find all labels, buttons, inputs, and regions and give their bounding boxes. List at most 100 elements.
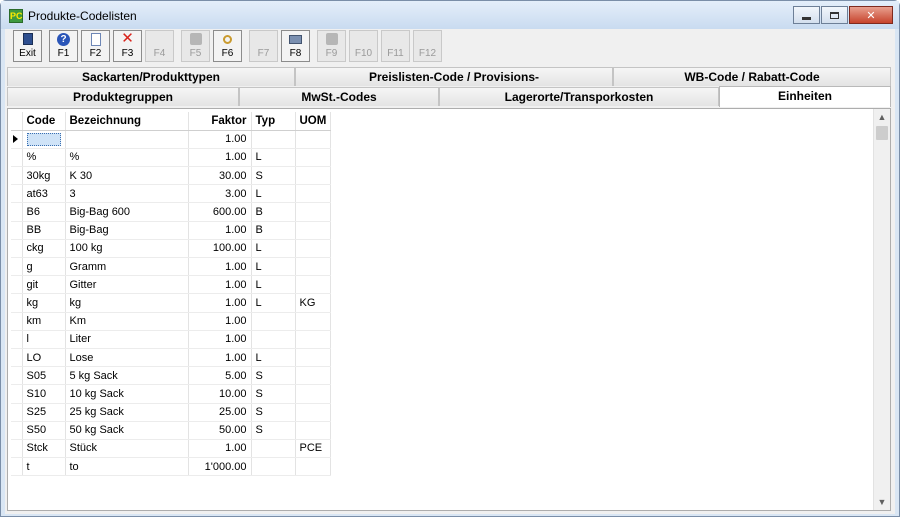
table-row[interactable]: git Gitter 1.00 L	[11, 275, 332, 295]
cell-code[interactable]: S10	[22, 384, 66, 404]
toolbar-button-f1[interactable]: ? F1	[49, 30, 78, 62]
cell-uom[interactable]	[295, 130, 332, 149]
cell-code[interactable]: km	[22, 312, 66, 331]
cell-faktor[interactable]: 1.00	[188, 293, 252, 313]
table-row[interactable]: Stck Stück 1.00 PCE	[11, 439, 332, 459]
cell-code[interactable]: kg	[22, 293, 66, 313]
table-row[interactable]: S25 25 kg Sack 25.00 S	[11, 403, 332, 422]
vertical-scrollbar[interactable]: ▲ ▼	[873, 109, 890, 510]
tab-mwst-codes[interactable]: MwSt.-Codes	[239, 87, 439, 106]
cell-code[interactable]: l	[22, 330, 66, 349]
cell-code[interactable]	[22, 130, 66, 149]
scroll-down-icon[interactable]: ▼	[874, 494, 890, 510]
toolbar-button-f7[interactable]: F7	[249, 30, 278, 62]
cell-faktor[interactable]: 10.00	[188, 384, 252, 404]
cell-code[interactable]: Stck	[22, 439, 66, 459]
table-row[interactable]: at63 3 3.00 L	[11, 184, 332, 204]
cell-faktor[interactable]: 3.00	[188, 184, 252, 204]
cell-code[interactable]: LO	[22, 348, 66, 368]
row-indicator[interactable]	[11, 130, 23, 149]
row-indicator[interactable]	[11, 148, 23, 168]
cell-bezeichnung[interactable]	[65, 130, 189, 149]
cell-code[interactable]: git	[22, 275, 66, 295]
cell-bezeichnung[interactable]: Big-Bag 600	[65, 202, 189, 222]
cell-uom[interactable]	[295, 184, 332, 204]
cell-typ[interactable]: S	[251, 421, 296, 440]
column-header-code[interactable]: Code	[22, 112, 66, 131]
close-button[interactable]: ✕	[849, 6, 893, 24]
row-indicator[interactable]	[11, 403, 23, 422]
toolbar-button-f5[interactable]: F5	[181, 30, 210, 62]
row-indicator[interactable]	[11, 202, 23, 222]
cell-bezeichnung[interactable]: 10 kg Sack	[65, 384, 189, 404]
cell-faktor[interactable]: 600.00	[188, 202, 252, 222]
cell-code[interactable]: g	[22, 257, 66, 277]
cell-uom[interactable]	[295, 202, 332, 222]
cell-faktor[interactable]: 1.00	[188, 439, 252, 459]
cell-typ[interactable]: B	[251, 221, 296, 240]
cell-typ[interactable]	[251, 330, 296, 349]
cell-typ[interactable]: S	[251, 366, 296, 386]
table-row[interactable]: 30kg K 30 30.00 S	[11, 166, 332, 186]
cell-bezeichnung[interactable]: Lose	[65, 348, 189, 368]
cell-code[interactable]: B6	[22, 202, 66, 222]
cell-typ[interactable]	[251, 457, 296, 477]
row-indicator[interactable]	[11, 312, 23, 331]
cell-faktor[interactable]: 1.00	[188, 257, 252, 277]
cell-code[interactable]: S50	[22, 421, 66, 440]
cell-bezeichnung[interactable]: K 30	[65, 166, 189, 186]
toolbar-button-f3[interactable]: ✕ F3	[113, 30, 142, 62]
row-indicator[interactable]	[11, 293, 23, 313]
tab-einheiten[interactable]: Einheiten	[719, 86, 891, 107]
cell-uom[interactable]	[295, 312, 332, 331]
cell-bezeichnung[interactable]: Big-Bag	[65, 221, 189, 240]
cell-faktor[interactable]: 1.00	[188, 130, 252, 149]
cell-typ[interactable]: L	[251, 348, 296, 368]
row-indicator[interactable]	[11, 184, 23, 204]
cell-bezeichnung[interactable]: Gitter	[65, 275, 189, 295]
row-indicator[interactable]	[11, 366, 23, 386]
column-header-uom[interactable]: UOM	[295, 112, 332, 131]
cell-uom[interactable]: KG	[295, 293, 332, 313]
cell-uom[interactable]	[295, 239, 332, 259]
cell-typ[interactable]: L	[251, 275, 296, 295]
table-row[interactable]: %% 1.00 L	[11, 148, 332, 168]
row-indicator[interactable]	[11, 457, 23, 477]
toolbar-button-f6[interactable]: F6	[213, 30, 242, 62]
row-indicator[interactable]	[11, 257, 23, 277]
toolbar-button-f9[interactable]: F9	[317, 30, 346, 62]
cell-code[interactable]: ckg	[22, 239, 66, 259]
cell-bezeichnung[interactable]: 100 kg	[65, 239, 189, 259]
cell-uom[interactable]	[295, 384, 332, 404]
row-indicator[interactable]	[11, 348, 23, 368]
table-row[interactable]: km Km 1.00	[11, 312, 332, 331]
selected-cell-editor[interactable]	[26, 132, 61, 146]
table-row[interactable]: BB Big-Bag 1.00 B	[11, 221, 332, 240]
cell-bezeichnung[interactable]: Stück	[65, 439, 189, 459]
table-row[interactable]: S05 5 kg Sack 5.00 S	[11, 366, 332, 386]
table-row[interactable]: ckg 100 kg 100.00 L	[11, 239, 332, 259]
cell-uom[interactable]	[295, 221, 332, 240]
title-bar[interactable]: PC Produkte-Codelisten ✕	[1, 1, 899, 29]
cell-bezeichnung[interactable]: 5 kg Sack	[65, 366, 189, 386]
cell-faktor[interactable]: 1.00	[188, 330, 252, 349]
cell-faktor[interactable]: 25.00	[188, 403, 252, 422]
cell-bezeichnung[interactable]: to	[65, 457, 189, 477]
cell-uom[interactable]	[295, 348, 332, 368]
cell-bezeichnung[interactable]: Liter	[65, 330, 189, 349]
cell-bezeichnung[interactable]: %	[65, 148, 189, 168]
scroll-up-icon[interactable]: ▲	[874, 109, 890, 125]
cell-uom[interactable]	[295, 421, 332, 440]
toolbar-button-f2[interactable]: F2	[81, 30, 110, 62]
table-row[interactable]: LO Lose 1.00 L	[11, 348, 332, 368]
maximize-button[interactable]	[821, 6, 848, 24]
cell-uom[interactable]	[295, 366, 332, 386]
cell-faktor[interactable]: 1'000.00	[188, 457, 252, 477]
cell-uom[interactable]: PCE	[295, 439, 332, 459]
cell-uom[interactable]	[295, 403, 332, 422]
cell-code[interactable]: 30kg	[22, 166, 66, 186]
cell-uom[interactable]	[295, 275, 332, 295]
cell-code[interactable]: BB	[22, 221, 66, 240]
row-indicator[interactable]	[11, 221, 23, 240]
table-row[interactable]: S50 50 kg Sack 50.00 S	[11, 421, 332, 440]
